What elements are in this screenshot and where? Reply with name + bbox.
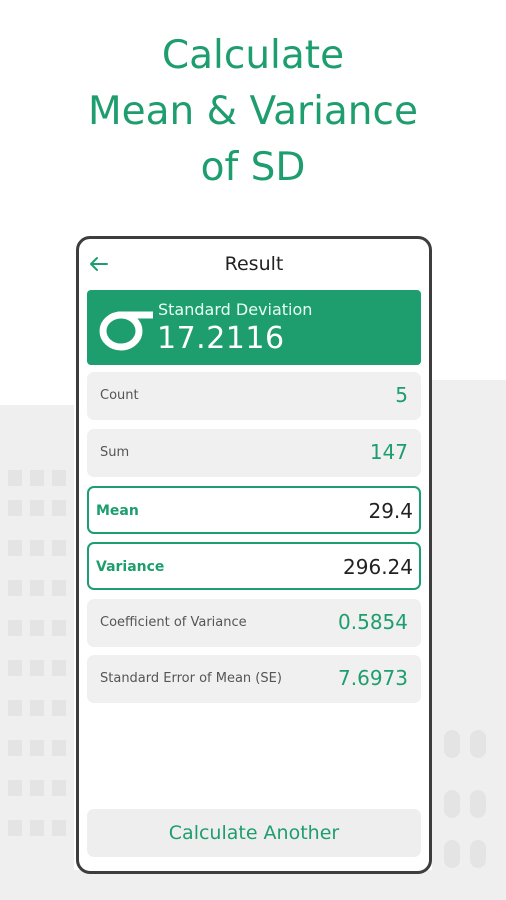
row-value: 0.5854 [338, 610, 408, 634]
sd-label: Standard Deviation [158, 300, 313, 319]
row-label: Mean [96, 503, 139, 519]
row-value: 296.24 [343, 555, 413, 579]
result-row-mean: Mean 29.4 [87, 486, 421, 534]
headline-line-3: of SD [200, 145, 306, 190]
standard-deviation-card: Standard Deviation 17.2116 [87, 290, 421, 365]
page-title: Result [224, 253, 284, 275]
row-label: Variance [96, 559, 165, 575]
headline-line-2: Mean & Variance [88, 89, 418, 134]
result-row-variance: Variance 296.24 [87, 542, 421, 590]
result-row-coefficient-of-variance: Coefficient of Variance 0.5854 [87, 599, 421, 647]
row-value: 147 [369, 440, 408, 464]
sigma-icon [99, 311, 153, 351]
row-value: 5 [395, 383, 408, 407]
phone-frame: Result Standard Deviation 17.2116 Count … [76, 236, 432, 874]
headline-line-1: Calculate [161, 33, 345, 78]
headline: Calculate Mean & Variance of SD [0, 28, 506, 196]
calculate-another-button[interactable]: Calculate Another [87, 809, 421, 857]
row-label: Sum [100, 445, 130, 460]
row-label: Standard Error of Mean (SE) [100, 671, 282, 686]
result-row-sum: Sum 147 [87, 429, 421, 477]
row-value: 7.6973 [338, 666, 408, 690]
row-value: 29.4 [368, 499, 413, 523]
row-label: Coefficient of Variance [100, 615, 247, 630]
result-row-standard-error: Standard Error of Mean (SE) 7.6973 [87, 655, 421, 703]
result-row-count: Count 5 [87, 372, 421, 420]
top-bar: Result [79, 239, 429, 289]
row-label: Count [100, 388, 139, 403]
sd-value: 17.2116 [157, 321, 285, 356]
